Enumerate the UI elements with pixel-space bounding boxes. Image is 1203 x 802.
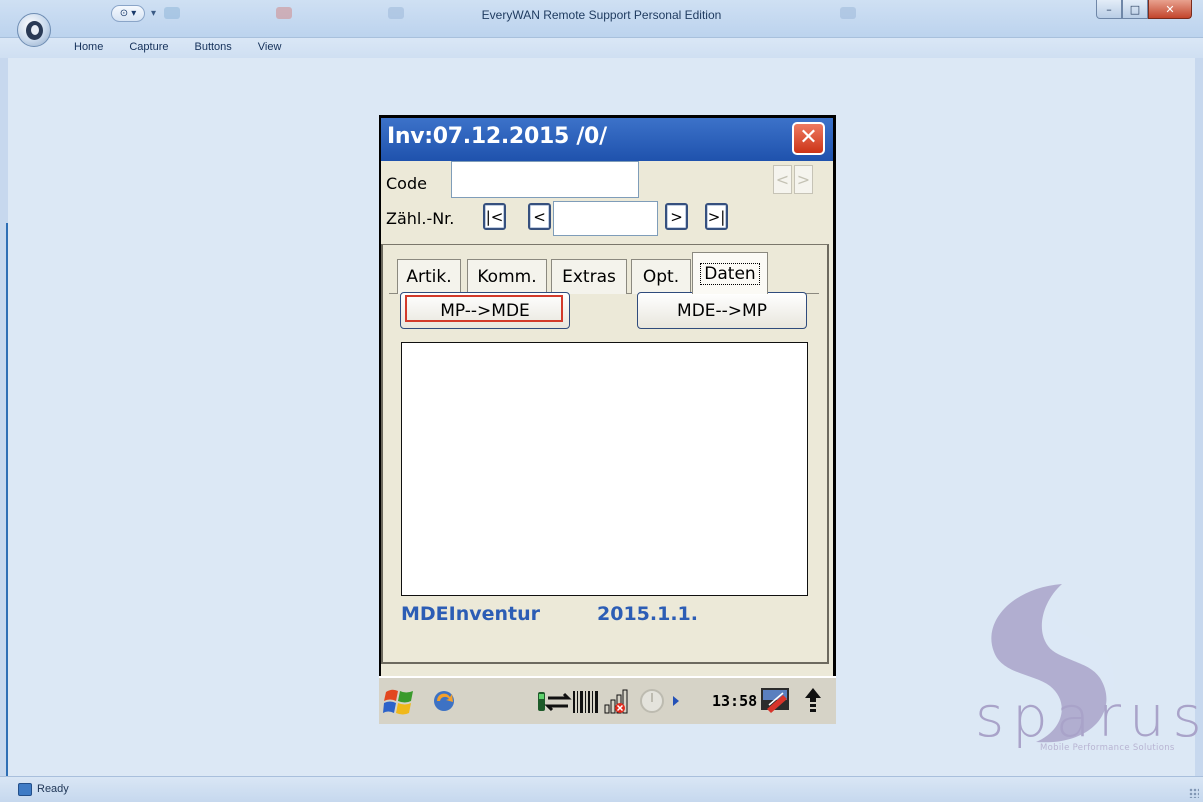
- expand-arrow-icon[interactable]: [671, 695, 681, 707]
- count-label: Zähl.-Nr.: [386, 209, 455, 228]
- nav-next-button[interactable]: >: [794, 165, 813, 194]
- tab-daten[interactable]: Daten: [692, 252, 768, 294]
- window-titlebar: ⊙ ▾ ▾ EveryWAN Remote Support Personal E…: [0, 0, 1203, 38]
- app-version: 2015.1.1.: [597, 603, 698, 625]
- window-frame-right: [1195, 58, 1203, 776]
- sparus-wordmark: sparus: [975, 685, 1203, 750]
- next-record-button[interactable]: >: [665, 203, 688, 230]
- up-arrow-icon[interactable]: [803, 687, 823, 717]
- resize-grip-icon[interactable]: [1189, 788, 1199, 798]
- close-button[interactable]: ✕: [1148, 0, 1192, 19]
- tab-daten-label: Daten: [700, 262, 760, 285]
- code-label: Code: [386, 174, 427, 193]
- ribbon-tabs: Home Capture Buttons View: [0, 38, 1203, 58]
- device-close-button[interactable]: ✕: [792, 122, 825, 155]
- tab-artik[interactable]: Artik.: [397, 259, 461, 294]
- tab-buttons[interactable]: Buttons: [194, 38, 231, 58]
- tab-capture[interactable]: Capture: [129, 38, 168, 58]
- windows-start-icon[interactable]: [383, 684, 417, 718]
- tab-komm[interactable]: Komm.: [467, 259, 547, 294]
- maximize-button[interactable]: □: [1122, 0, 1148, 19]
- tab-view[interactable]: View: [258, 38, 282, 58]
- application-menu-button[interactable]: [17, 13, 51, 47]
- device-clock: 13:58: [712, 692, 758, 710]
- barcode-scanner-icon[interactable]: [571, 688, 601, 716]
- device-form: Code < > Zähl.-Nr. |< < > >| Artik. Komm…: [381, 161, 833, 676]
- window-controls: – □ ✕: [1096, 0, 1192, 19]
- sparus-tagline: Mobile Performance Solutions: [1040, 743, 1175, 753]
- code-input[interactable]: [451, 161, 639, 198]
- previous-record-button[interactable]: <: [528, 203, 551, 230]
- connection-icon[interactable]: [536, 688, 572, 716]
- window-title: EveryWAN Remote Support Personal Edition: [481, 8, 722, 22]
- tab-home[interactable]: Home: [74, 38, 103, 58]
- power-icon[interactable]: [639, 688, 665, 714]
- last-record-button[interactable]: >|: [705, 203, 728, 230]
- mp-to-mde-button[interactable]: MP-->MDE: [400, 292, 570, 329]
- status-text: Ready: [37, 783, 69, 795]
- device-titlebar: Inv:07.12.2015 /0/ ✕: [381, 118, 833, 161]
- mde-to-mp-button[interactable]: MDE-->MP: [637, 292, 807, 329]
- minimize-button[interactable]: –: [1096, 0, 1122, 19]
- count-input[interactable]: [553, 201, 658, 236]
- status-bar: Ready: [0, 776, 1203, 802]
- tab-opt[interactable]: Opt.: [631, 259, 691, 294]
- app-name: MDEInventur: [401, 603, 541, 625]
- signal-strength-icon[interactable]: [603, 687, 633, 717]
- window-frame-left: [0, 58, 8, 778]
- device-taskbar: 13:58: [379, 676, 836, 724]
- app-status-icon: [18, 783, 32, 796]
- nav-prev-button[interactable]: <: [773, 165, 792, 194]
- tab-extras[interactable]: Extras: [551, 259, 627, 294]
- first-record-button[interactable]: |<: [483, 203, 506, 230]
- everywan-logo-icon: [26, 21, 43, 40]
- data-list[interactable]: [401, 342, 808, 596]
- sync-icon[interactable]: [431, 688, 459, 714]
- input-panel-icon[interactable]: [759, 685, 793, 717]
- device-title: Inv:07.12.2015 /0/: [387, 124, 607, 149]
- remote-device-screen[interactable]: Inv:07.12.2015 /0/ ✕ Code < > Zähl.-Nr. …: [379, 115, 836, 724]
